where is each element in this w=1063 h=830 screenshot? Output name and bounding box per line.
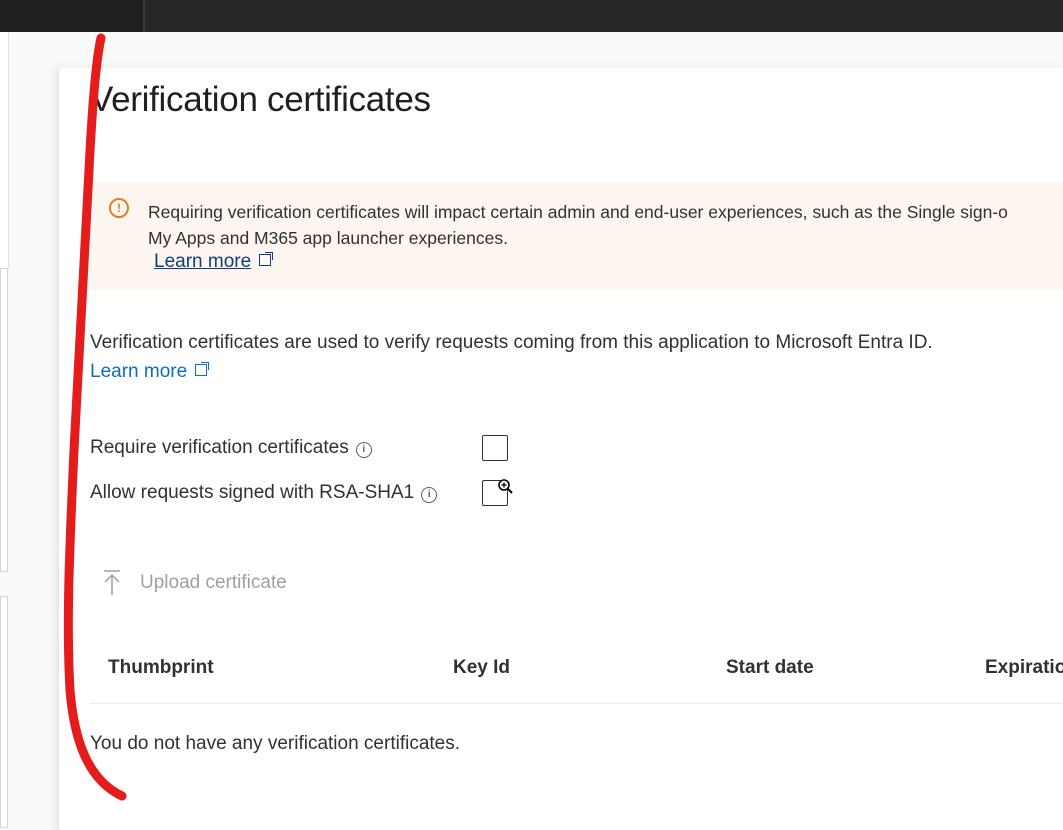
column-header-thumbprint[interactable]: Thumbprint <box>108 657 214 679</box>
description-learn-more-label: Learn more <box>90 361 188 382</box>
column-header-expiration[interactable]: Expiratio <box>985 657 1063 679</box>
external-link-icon <box>195 362 210 376</box>
warning-circle-icon: ! <box>109 198 129 218</box>
upload-certificate-label: Upload certificate <box>140 572 287 593</box>
require-certificates-label-text: Require verification certificates <box>90 437 349 458</box>
allow-rsa-sha1-label: Allow requests signed with RSA-SHA1 i <box>90 482 438 504</box>
background-card <box>0 268 8 572</box>
banner-learn-more-link[interactable]: Learn more <box>154 251 274 273</box>
require-certificates-checkbox[interactable] <box>482 435 508 461</box>
allow-rsa-sha1-label-text: Allow requests signed with RSA-SHA1 <box>90 482 415 503</box>
top-bar-separator <box>143 0 145 32</box>
zoom-cursor-icon <box>498 479 513 494</box>
table-header-divider <box>90 703 1063 704</box>
background-card <box>0 32 9 269</box>
upload-arrow-icon <box>104 570 120 595</box>
description-learn-more-link[interactable]: Learn more <box>90 361 210 383</box>
info-icon[interactable]: i <box>355 442 372 458</box>
column-header-key-id[interactable]: Key Id <box>453 657 510 679</box>
warning-banner-line-1: Requiring verification certificates will… <box>148 202 1008 222</box>
top-bar <box>0 0 1063 32</box>
warning-banner-text: Requiring verification certificates will… <box>148 199 1063 251</box>
warning-banner-line-2: My Apps and M365 app launcher experience… <box>148 228 508 248</box>
upload-certificate-button[interactable]: Upload certificate <box>102 568 287 598</box>
top-bar-left-segment <box>0 0 145 32</box>
column-header-start-date[interactable]: Start date <box>726 657 814 679</box>
require-certificates-label: Require verification certificates i <box>90 437 372 459</box>
empty-table-message: You do not have any verification certifi… <box>90 733 461 754</box>
info-icon[interactable]: i <box>421 487 438 503</box>
banner-learn-more-label: Learn more <box>154 251 252 272</box>
external-link-icon <box>259 252 274 266</box>
background-card <box>0 596 8 828</box>
description-text: Verification certificates are used to ve… <box>90 332 933 353</box>
page-title: Verification certificates <box>90 80 431 119</box>
